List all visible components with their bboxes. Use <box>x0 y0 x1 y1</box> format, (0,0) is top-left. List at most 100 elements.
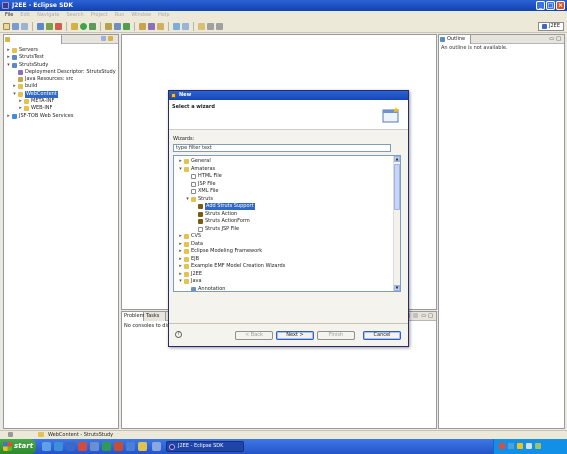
tree-item[interactable]: ▸ Data <box>176 241 392 249</box>
quicklaunch-desktop-icon[interactable] <box>66 442 75 451</box>
tree-item[interactable]: ▸ StrutsTest <box>4 54 118 61</box>
new-package-icon[interactable] <box>114 22 121 30</box>
tree-item[interactable]: ▸ JSF-TOB Web Services <box>4 113 118 120</box>
maximize-view-icon[interactable]: □ <box>428 312 433 321</box>
expand-icon[interactable]: ▸ <box>178 158 183 165</box>
debug-icon[interactable] <box>71 22 78 30</box>
tray-security-icon[interactable] <box>517 443 523 449</box>
new-class-icon[interactable] <box>123 22 130 30</box>
collapse-icon[interactable]: ▾ <box>178 278 183 285</box>
tree-item[interactable]: ▾ WebContent <box>4 90 118 98</box>
tree-item[interactable]: Annotation <box>176 286 392 291</box>
external-tools-icon[interactable] <box>89 22 96 30</box>
menu-item[interactable]: Edit <box>20 11 30 20</box>
close-button[interactable]: × <box>556 1 565 10</box>
scroll-up-icon[interactable]: ▲ <box>394 156 400 162</box>
expand-icon[interactable]: ▸ <box>178 241 183 248</box>
minimize-button[interactable]: _ <box>536 1 545 10</box>
tree-item[interactable]: ▸ Servers <box>4 47 118 54</box>
start-button[interactable]: start <box>0 439 36 454</box>
menu-item[interactable]: Project <box>91 11 108 20</box>
quicklaunch-excel-icon[interactable] <box>102 442 111 451</box>
tree-item[interactable]: ▸ EJB <box>176 256 392 264</box>
tray-antivirus-icon[interactable] <box>499 443 505 449</box>
link-editor-icon[interactable] <box>108 36 113 41</box>
quicklaunch-explorer-icon[interactable] <box>42 442 51 451</box>
forward-icon[interactable] <box>216 22 223 30</box>
tree-item[interactable]: ▸ CVS <box>176 233 392 241</box>
tab-problems[interactable]: Problems <box>122 312 147 321</box>
expand-icon[interactable]: ▸ <box>178 263 183 270</box>
tree-item[interactable]: ▸ META-INF <box>4 98 118 105</box>
quicklaunch-app-icon[interactable] <box>78 442 87 451</box>
wizard-tree-scrollbar[interactable]: ▲ ▼ <box>393 156 400 291</box>
tree-item[interactable]: ▾ Amateras <box>176 166 392 174</box>
fast-view-icon[interactable] <box>8 432 13 437</box>
tree-item[interactable]: Java Resources: src <box>4 76 118 83</box>
expand-icon[interactable]: ▸ <box>178 248 183 255</box>
wizard-tree[interactable]: ▸ General ▾ Amateras HTML File JSP File XML Fi… <box>173 155 401 292</box>
menu-item[interactable]: File <box>5 11 13 20</box>
menu-item[interactable]: Window <box>131 11 151 20</box>
back-button[interactable]: < Back <box>235 331 273 340</box>
scroll-down-icon[interactable]: ▼ <box>394 285 400 291</box>
quicklaunch-powerpoint-icon[interactable] <box>114 442 123 451</box>
tree-item[interactable]: ▸ General <box>176 158 392 166</box>
collapse-all-icon[interactable] <box>101 36 106 41</box>
collapse-icon[interactable]: ▾ <box>12 91 17 98</box>
expand-icon[interactable]: ▸ <box>18 98 23 105</box>
tray-network-icon[interactable] <box>508 443 514 449</box>
tree-item[interactable]: ▸ build <box>4 83 118 90</box>
new-java-project-icon[interactable] <box>105 22 112 30</box>
expand-icon[interactable]: ▸ <box>178 271 183 278</box>
tree-item[interactable]: XML File <box>176 188 392 196</box>
expand-icon[interactable]: ▸ <box>178 233 183 240</box>
wizard-filter-input[interactable] <box>173 144 391 152</box>
tree-item[interactable]: ▾ Java <box>176 278 392 286</box>
scroll-thumb[interactable] <box>394 164 400 210</box>
menu-item[interactable]: Search <box>67 11 84 20</box>
last-edit-icon[interactable] <box>198 22 205 30</box>
collapse-icon[interactable]: ▾ <box>178 166 183 173</box>
tree-item[interactable]: Deployment Descriptor: StrutsStudy <box>4 69 118 76</box>
tree-item[interactable]: Add Struts Support <box>176 203 392 211</box>
finish-button[interactable]: Finish <box>317 331 355 340</box>
quicklaunch-folder-icon[interactable] <box>138 442 147 451</box>
expand-icon[interactable]: ▸ <box>6 113 11 120</box>
maximize-view-icon[interactable]: □ <box>556 35 561 44</box>
tree-item[interactable]: ▸ J2EE <box>176 271 392 279</box>
search-icon[interactable] <box>148 22 155 30</box>
collapse-icon[interactable]: ▾ <box>185 196 190 203</box>
edit-icon[interactable] <box>157 22 164 30</box>
expand-icon[interactable]: ▸ <box>6 47 11 54</box>
run-icon[interactable] <box>80 22 87 30</box>
tree-item[interactable]: Struts JSP File <box>176 226 392 234</box>
tree-item[interactable]: JSP File <box>176 181 392 189</box>
taskbar-eclipse-button[interactable]: J2EE - Eclipse SDK <box>166 441 244 452</box>
quicklaunch-ie-icon[interactable] <box>54 442 63 451</box>
tree-item[interactable]: ▾ StrutsStudy <box>4 62 118 69</box>
prev-annotation-icon[interactable] <box>182 22 189 30</box>
quicklaunch-network-icon[interactable] <box>126 442 135 451</box>
new-icon[interactable] <box>3 22 10 30</box>
tab-outline[interactable]: Outline <box>439 35 471 44</box>
tree-item[interactable]: ▸ WEB-INF <box>4 105 118 112</box>
help-icon[interactable]: ? <box>175 331 182 338</box>
cancel-button[interactable]: Cancel <box>363 331 401 340</box>
tab-project-explorer[interactable] <box>4 35 62 44</box>
quicklaunch-more-icon[interactable] <box>152 442 161 451</box>
wizard-icon[interactable] <box>46 22 53 30</box>
collapse-icon[interactable]: ▾ <box>6 62 11 69</box>
back-icon[interactable] <box>207 22 214 30</box>
tree-item[interactable]: ▸ Example EMF Model Creation Wizards <box>176 263 392 271</box>
tree-item[interactable]: ▸ Eclipse Modeling Framework <box>176 248 392 256</box>
tray-ime-icon[interactable] <box>535 443 541 449</box>
clear-console-icon[interactable] <box>413 313 418 318</box>
next-annotation-icon[interactable] <box>173 22 180 30</box>
minimize-view-icon[interactable]: ▭ <box>549 35 554 44</box>
expand-icon[interactable]: ▸ <box>6 54 11 61</box>
expand-icon[interactable]: ▸ <box>18 105 23 112</box>
next-button[interactable]: Next > <box>276 331 314 340</box>
tray-volume-icon[interactable] <box>526 443 532 449</box>
server-icon[interactable] <box>37 22 44 30</box>
